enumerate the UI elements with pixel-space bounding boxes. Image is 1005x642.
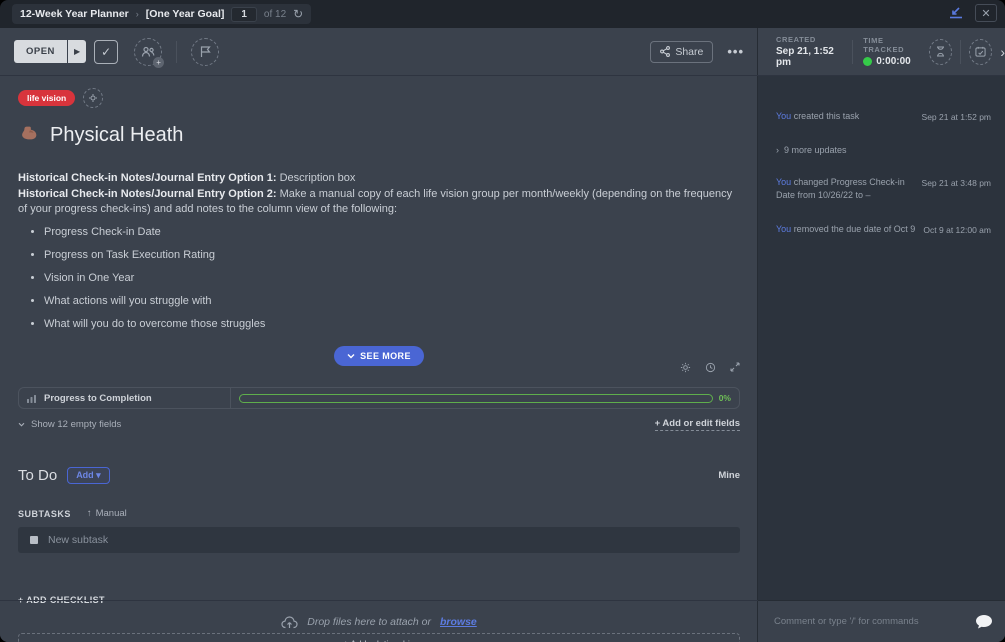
task-description[interactable]: Historical Check-in Notes/Journal Entry … <box>18 171 740 332</box>
share-button[interactable]: Share <box>650 40 714 63</box>
flexed-biceps-emoji-icon <box>18 122 40 149</box>
task-main-panel: OPEN ▶ ✓ + Share ••• life vision Physica… <box>0 28 758 642</box>
more-updates-label: 9 more updates <box>784 145 847 155</box>
task-index-input[interactable]: 1 <box>231 6 257 22</box>
drop-files-text: Drop files here to attach or <box>307 615 431 628</box>
actor-you[interactable]: You <box>776 224 791 234</box>
progress-bar <box>239 393 713 403</box>
subtasks-tab[interactable]: SUBTASKS <box>18 509 71 519</box>
due-date-calendar-icon[interactable] <box>969 38 993 65</box>
subtasks-sort-button[interactable]: ↑ Manual <box>87 508 127 519</box>
see-more-label: SEE MORE <box>360 351 411 361</box>
chevron-down-icon <box>347 354 355 359</box>
subtasks-sort-label: Manual <box>95 508 127 519</box>
activity-feed: You created this task Sep 21 at 1:52 pm … <box>758 76 1005 600</box>
toolbar-divider <box>176 40 178 63</box>
status-button-group: OPEN ▶ <box>14 40 87 63</box>
activity-timestamp: Sep 21 at 3:48 pm <box>921 178 991 188</box>
upload-cloud-icon <box>281 615 298 628</box>
actor-you[interactable]: You <box>776 111 791 121</box>
bullet-item: Vision in One Year <box>44 271 740 286</box>
comment-input[interactable]: Comment or type '/' for commands <box>758 600 1005 642</box>
new-subtask-placeholder: New subtask <box>48 534 109 546</box>
activity-item: You changed Progress Check-in Date from … <box>776 177 991 200</box>
chevron-right-icon: › <box>776 145 779 155</box>
close-icon[interactable]: ✕ <box>975 4 997 22</box>
description-option1-label: Historical Check-in Notes/Journal Entry … <box>18 172 277 184</box>
breadcrumb-task-group[interactable]: [One Year Goal] <box>146 8 225 20</box>
share-button-label: Share <box>675 45 704 58</box>
actor-you[interactable]: You <box>776 177 791 187</box>
add-assignee-plus-icon: + <box>153 56 165 68</box>
description-settings-icon[interactable] <box>680 362 691 373</box>
show-empty-fields-toggle[interactable]: Show 12 empty fields <box>18 419 121 430</box>
progress-field-label: Progress to Completion <box>44 392 152 404</box>
bullet-item: Progress on Task Execution Rating <box>44 248 740 263</box>
browse-link[interactable]: browse <box>440 616 477 628</box>
timer-dot-icon <box>863 57 873 66</box>
progress-bars-icon <box>27 394 36 403</box>
tag-settings-icon[interactable] <box>83 88 104 108</box>
estimate-hourglass-icon[interactable] <box>929 38 953 65</box>
sidebar-header: CREATED Sep 21, 1:52 pm TIME TRACKED 0:0… <box>758 28 1005 76</box>
todo-add-button[interactable]: Add ▾ <box>67 467 110 484</box>
more-options-icon[interactable]: ••• <box>727 44 744 59</box>
status-button[interactable]: OPEN <box>14 40 67 63</box>
add-or-edit-fields-button[interactable]: + Add or edit fields <box>654 418 740 431</box>
created-value: Sep 21, 1:52 pm <box>776 46 834 68</box>
more-updates-toggle[interactable]: › 9 more updates <box>776 145 991 155</box>
custom-fields-box: Progress to Completion 0% <box>18 387 740 409</box>
todo-filter-mine[interactable]: Mine <box>718 470 740 481</box>
status-next-arrow-icon[interactable]: ▶ <box>67 40 87 63</box>
progress-percent: 0% <box>718 393 731 403</box>
task-count-label: of 12 <box>263 8 287 20</box>
activity-timestamp: Sep 21 at 1:52 pm <box>921 112 991 122</box>
description-bullet-list: Progress Check-in Date Progress on Task … <box>44 225 740 332</box>
collapse-sidebar-chevron-icon[interactable]: › <box>1000 44 1005 60</box>
description-option2-label: Historical Check-in Notes/Journal Entry … <box>18 188 277 200</box>
created-label: CREATED <box>776 35 816 44</box>
sort-arrow-icon: ↑ <box>86 508 92 519</box>
set-priority-flag-icon[interactable] <box>191 37 220 66</box>
share-icon <box>660 46 671 57</box>
chevron-down-icon <box>18 422 25 427</box>
activity-item: You removed the due date of Oct 9 Oct 9 … <box>776 224 991 235</box>
breadcrumb-separator: › <box>135 9 139 19</box>
comment-bubble-icon[interactable] <box>975 614 993 630</box>
description-option1-text: Description box <box>276 172 356 184</box>
time-tracked-label: TIME TRACKED <box>863 36 905 54</box>
app-window: 12-Week Year Planner › [One Year Goal] 1… <box>0 0 1005 642</box>
add-assignee-icon[interactable]: + <box>134 37 165 68</box>
bullet-item: What actions will you struggle with <box>44 294 740 309</box>
task-title[interactable]: Physical Heath <box>50 124 183 147</box>
activity-item: You created this task Sep 21 at 1:52 pm <box>776 111 991 122</box>
bullet-item: Progress Check-in Date <box>44 225 740 240</box>
subtask-status-icon <box>30 536 38 544</box>
minimize-to-tray-icon[interactable] <box>945 4 967 22</box>
progress-field-row[interactable]: Progress to Completion <box>19 388 231 408</box>
breadcrumb-list-name[interactable]: 12-Week Year Planner <box>20 8 129 20</box>
bullet-item: What will you do to overcome those strug… <box>44 317 740 332</box>
see-more-button[interactable]: SEE MORE <box>334 346 424 366</box>
mark-complete-button[interactable]: ✓ <box>94 39 119 64</box>
new-subtask-input[interactable]: New subtask <box>18 527 740 553</box>
activity-timestamp: Oct 9 at 12:00 am <box>923 225 991 235</box>
task-toolbar: OPEN ▶ ✓ + Share ••• <box>0 28 758 76</box>
show-empty-fields-label: Show 12 empty fields <box>31 419 122 430</box>
description-history-icon[interactable] <box>705 362 716 373</box>
expand-description-icon[interactable] <box>730 362 740 373</box>
task-content: life vision Physical Heath Historical Ch… <box>0 76 758 642</box>
drop-files-area[interactable]: Drop files here to attach or browse <box>0 600 758 642</box>
todo-section-title: To Do <box>18 467 58 484</box>
activity-sidebar: CREATED Sep 21, 1:52 pm TIME TRACKED 0:0… <box>758 28 1005 642</box>
top-bar: 12-Week Year Planner › [One Year Goal] 1… <box>0 0 1005 28</box>
time-tracked-value[interactable]: 0:00:00 <box>863 56 919 67</box>
refresh-icon[interactable]: ↻ <box>293 8 303 20</box>
tag-life-vision[interactable]: life vision <box>18 90 76 106</box>
comment-placeholder: Comment or type '/' for commands <box>774 616 919 627</box>
breadcrumb: 12-Week Year Planner › [One Year Goal] 1… <box>12 4 312 24</box>
